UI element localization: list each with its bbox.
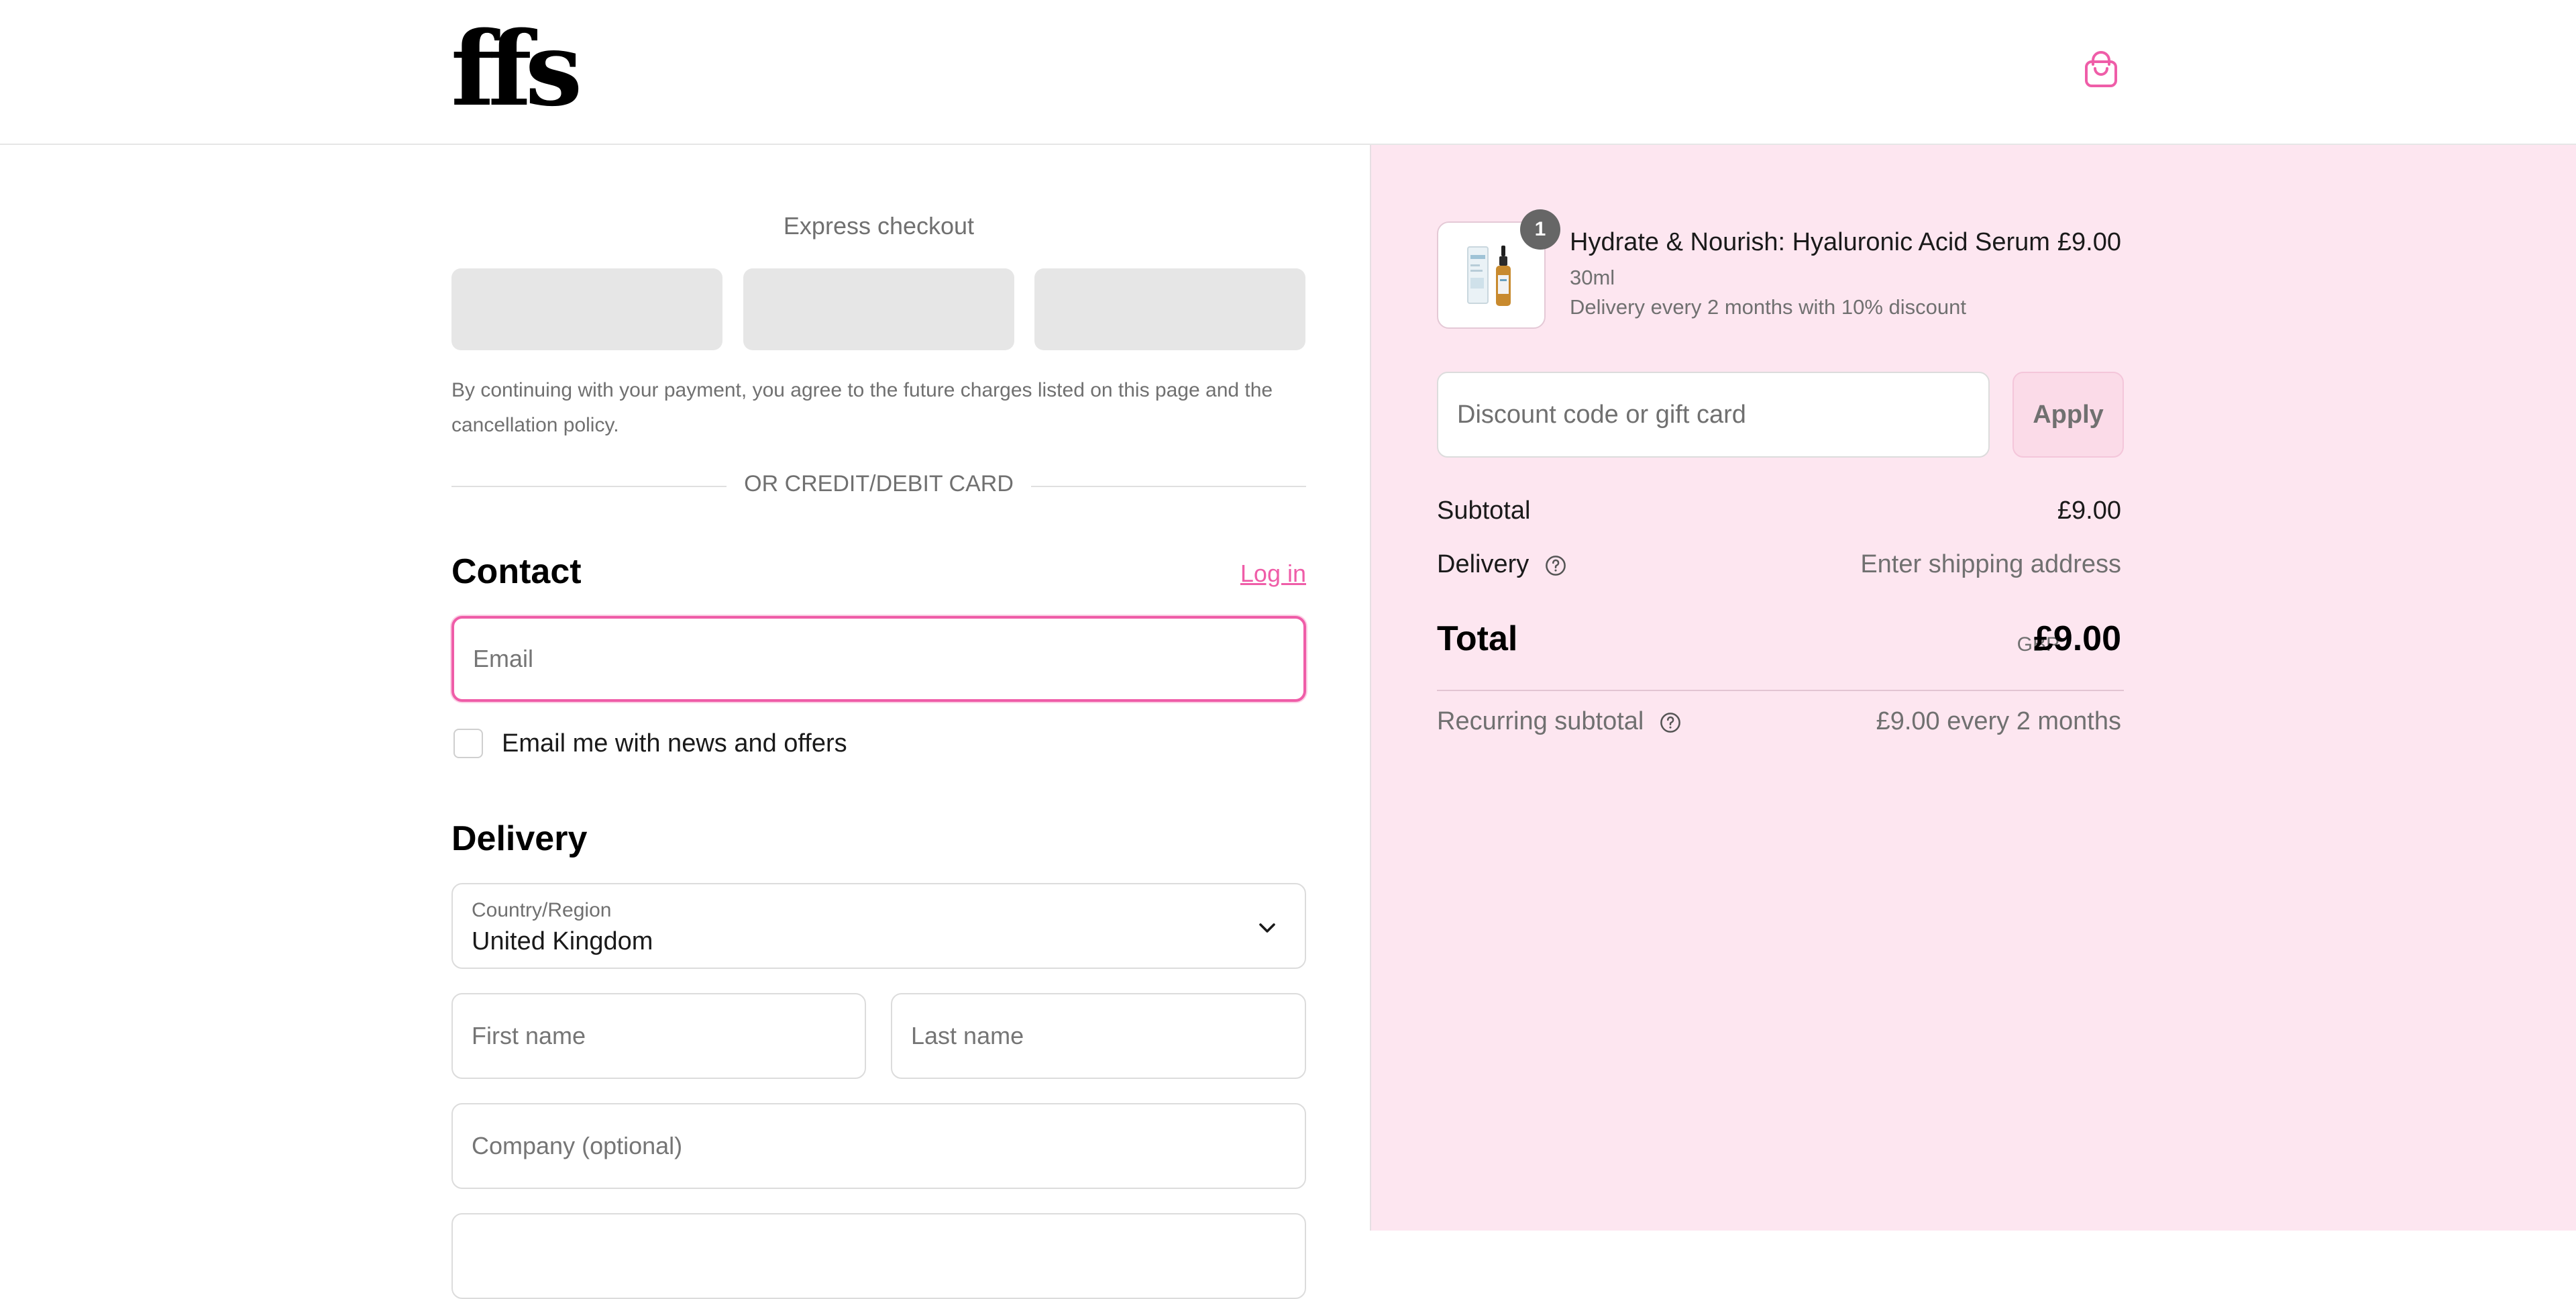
subscription-plan: Delivery every 2 months with 10% discoun… bbox=[1570, 295, 1966, 319]
email-input[interactable] bbox=[451, 616, 1306, 702]
address-input[interactable] bbox=[451, 1213, 1306, 1299]
product-variant: 30ml bbox=[1570, 266, 1615, 289]
store-logo[interactable]: ffs bbox=[451, 18, 582, 120]
delivery-label: Delivery bbox=[1437, 550, 1529, 578]
delivery-value: Enter shipping address bbox=[1860, 550, 2121, 578]
recurring-row: Recurring subtotal bbox=[1437, 707, 1682, 736]
divider-line-left bbox=[451, 486, 727, 487]
subtotal-value: £9.00 bbox=[2057, 497, 2121, 525]
site-header: ffs bbox=[0, 0, 2576, 145]
delivery-row: Delivery bbox=[1437, 550, 1567, 579]
apply-discount-button[interactable]: Apply bbox=[2012, 372, 2124, 458]
payment-divider-label: OR CREDIT/DEBIT CARD bbox=[744, 471, 1014, 497]
country-select[interactable]: Country/Region United Kingdom bbox=[451, 883, 1306, 969]
express-pay-button-3[interactable] bbox=[1034, 268, 1305, 350]
help-circle-icon[interactable] bbox=[1544, 554, 1567, 577]
login-link[interactable]: Log in bbox=[1240, 560, 1306, 588]
cart-button[interactable] bbox=[2080, 48, 2123, 91]
shopping-bag-icon bbox=[2085, 51, 2117, 87]
country-select-label: Country/Region bbox=[472, 899, 612, 921]
order-summary: 1 Hydrate & Nourish: Hyaluronic Acid Ser… bbox=[1370, 145, 2576, 1231]
chevron-down-icon bbox=[1259, 923, 1275, 933]
delivery-heading: Delivery bbox=[451, 819, 588, 858]
newsletter-label: Email me with news and offers bbox=[502, 729, 847, 758]
contact-heading: Contact bbox=[451, 552, 582, 591]
subtotal-label: Subtotal bbox=[1437, 497, 1531, 525]
product-name: Hydrate & Nourish: Hyaluronic Acid Serum bbox=[1570, 228, 2050, 256]
express-pay-button-1[interactable] bbox=[451, 268, 722, 350]
company-input[interactable] bbox=[451, 1103, 1306, 1189]
discount-code-input[interactable] bbox=[1437, 372, 1990, 458]
total-value: £9.00 bbox=[2033, 619, 2121, 658]
quantity-badge: 1 bbox=[1520, 209, 1560, 250]
recurring-subtotal-value: £9.00 every 2 months bbox=[1876, 707, 2121, 735]
express-pay-button-2[interactable] bbox=[743, 268, 1014, 350]
help-circle-icon[interactable] bbox=[1659, 711, 1682, 734]
product-price: £9.00 bbox=[2057, 228, 2121, 256]
newsletter-checkbox[interactable] bbox=[453, 729, 483, 758]
last-name-input[interactable] bbox=[891, 993, 1306, 1079]
recurring-subtotal-label: Recurring subtotal bbox=[1437, 707, 1644, 735]
recurring-charges-notice: By continuing with your payment, you agr… bbox=[451, 379, 1273, 436]
express-checkout-title: Express checkout bbox=[783, 212, 975, 240]
divider-line-right bbox=[1031, 486, 1306, 487]
summary-divider bbox=[1437, 690, 2124, 691]
country-select-value: United Kingdom bbox=[472, 927, 653, 955]
first-name-input[interactable] bbox=[451, 993, 866, 1079]
total-label: Total bbox=[1437, 619, 1518, 658]
checkout-form: Express checkout By continuing with your… bbox=[0, 145, 1370, 1299]
